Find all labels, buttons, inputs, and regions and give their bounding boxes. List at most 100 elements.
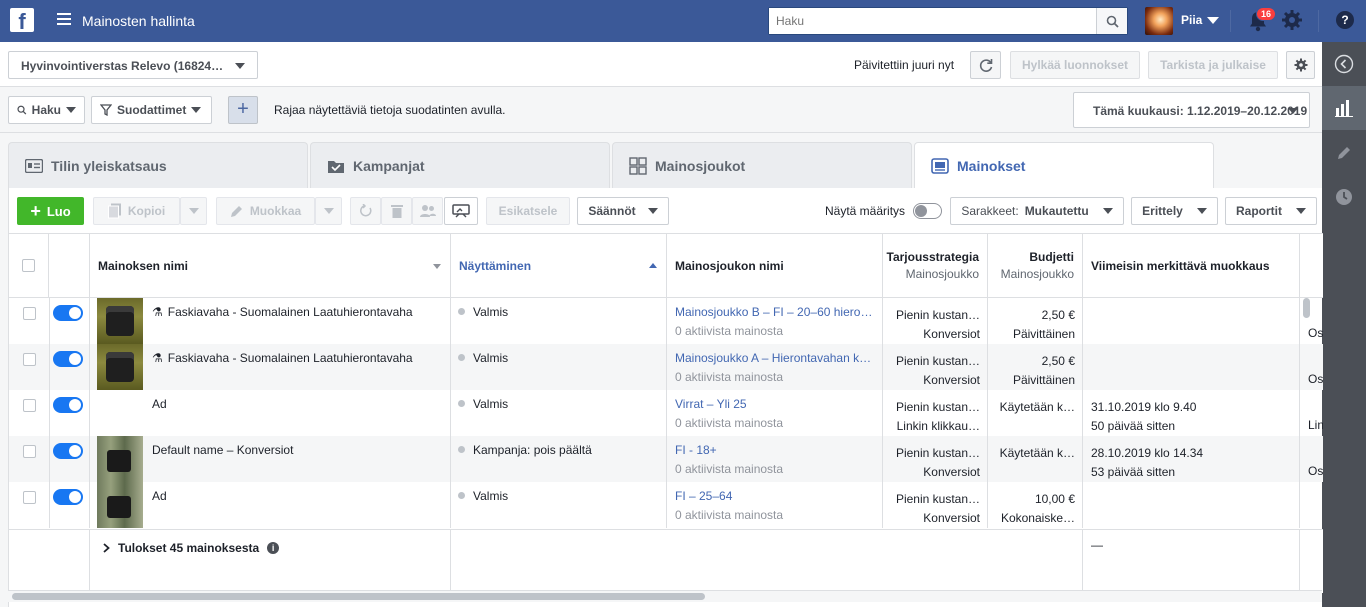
bid-strategy-cell: Pienin kustan… Konversiot <box>883 344 980 390</box>
adset-link[interactable]: Mainosjoukko B – FI – 20–60 hiero… <box>675 305 875 319</box>
info-icon[interactable]: i <box>267 542 280 554</box>
header-budget[interactable]: Budjetti Mainosjoukko <box>988 234 1083 298</box>
settings-button[interactable] <box>1281 9 1303 34</box>
ad-thumbnail[interactable] <box>97 436 143 482</box>
flask-icon: ⚗ <box>152 351 163 365</box>
tab-ads[interactable]: Mainokset <box>914 142 1214 189</box>
reports-dropdown[interactable]: Raportit <box>1225 197 1317 225</box>
user-name[interactable]: Piia <box>1181 13 1202 27</box>
account-card-icon <box>25 158 43 173</box>
table-row[interactable]: ⚗ Faskiavaha - Suomalainen Laatuhierontav… <box>9 344 1323 390</box>
delivery-cell: Kampanja: pois päältä <box>458 436 663 482</box>
clock-icon <box>1336 189 1352 205</box>
horizontal-scrollbar[interactable] <box>12 593 705 600</box>
ad-name-cell[interactable]: ⚗ Faskiavaha - Suomalainen Laatuhierontav… <box>152 344 442 390</box>
chevron-down-icon <box>323 208 334 214</box>
table-row[interactable]: ⚗ Faskiavaha - Suomalainen Laatuhierontav… <box>9 298 1323 344</box>
ad-thumbnail[interactable] <box>97 298 143 344</box>
history-rail-button[interactable] <box>1322 175 1366 219</box>
bid-strategy-sub: Konversiot <box>923 327 980 341</box>
edit-button[interactable]: Muokkaa <box>216 197 315 225</box>
ad-on-off-toggle[interactable] <box>53 489 83 505</box>
row-checkbox[interactable] <box>23 491 36 504</box>
header-bid-strategy[interactable]: Tarjousstrategia Mainosjoukko <box>883 234 988 298</box>
row-checkbox[interactable] <box>23 399 36 412</box>
header-adset-name[interactable]: Mainosjoukon nimi <box>667 234 883 298</box>
refresh-button[interactable] <box>970 51 1001 79</box>
copy-button[interactable]: Kopioi <box>93 197 180 225</box>
tab-account-overview[interactable]: Tilin yleiskatsaus <box>8 142 308 188</box>
ad-on-off-toggle[interactable] <box>53 305 83 321</box>
adset-cell: Virrat – Yli 25 0 aktiivista mainosta <box>675 390 875 436</box>
collapse-rail-button[interactable] <box>1322 42 1366 86</box>
header-last-edit[interactable]: Viimeisin merkittävä muokkaus <box>1083 234 1300 298</box>
extra-cell: Os <box>1308 298 1323 344</box>
sort-ascending-icon <box>649 263 657 268</box>
status-dot-icon <box>458 400 465 407</box>
divider <box>1082 482 1083 528</box>
adset-link[interactable]: Mainosjoukko A – Hierontavahan k… <box>675 351 875 365</box>
edit-dropdown[interactable] <box>315 197 342 225</box>
menu-icon[interactable] <box>57 13 71 27</box>
divider <box>1299 344 1300 390</box>
chevron-down-icon[interactable] <box>1207 17 1219 24</box>
search-input[interactable] <box>769 8 1097 34</box>
tab-adsets[interactable]: Mainosjoukot <box>612 142 912 188</box>
table-row[interactable]: Ad Valmis FI – 25–64 0 aktiivista mainosta P… <box>9 482 1323 528</box>
extra-cell: Lin <box>1308 390 1323 436</box>
divider <box>450 390 451 436</box>
select-all-checkbox[interactable] <box>22 259 35 272</box>
avatar[interactable] <box>1145 7 1173 35</box>
ad-name-cell[interactable]: ⚗ Faskiavaha - Suomalainen Laatuhierontav… <box>152 298 442 344</box>
rules-dropdown[interactable]: Säännöt <box>577 197 669 225</box>
ab-test-button[interactable] <box>444 197 478 225</box>
filters-dropdown[interactable]: Suodattimet <box>91 96 212 124</box>
tab-campaigns[interactable]: Kampanjat <box>310 142 610 188</box>
vertical-scrollbar[interactable] <box>1303 298 1310 318</box>
breakdown-dropdown[interactable]: Erittely <box>1131 197 1218 225</box>
ad-name-cell[interactable]: Ad <box>152 390 442 436</box>
divider <box>1299 530 1300 594</box>
columns-dropdown[interactable]: Sarakkeet: Mukautettu <box>950 197 1124 225</box>
row-checkbox[interactable] <box>23 445 36 458</box>
row-checkbox[interactable] <box>23 353 36 366</box>
ad-name-cell[interactable]: Ad <box>152 482 442 528</box>
help-icon[interactable]: ? <box>1336 11 1354 29</box>
search-dropdown[interactable]: Haku <box>8 96 85 124</box>
header-ad-name[interactable]: Mainoksen nimi <box>90 234 451 298</box>
table-row[interactable]: Default name – Konversiot Kampanja: pois … <box>9 436 1323 482</box>
charts-rail-button[interactable] <box>1322 86 1366 130</box>
ad-on-off-toggle[interactable] <box>53 443 83 459</box>
ad-thumbnail[interactable] <box>97 344 143 390</box>
search-button[interactable] <box>1096 8 1127 34</box>
delivery-cell: Valmis <box>458 482 663 528</box>
facebook-logo-icon[interactable]: f <box>10 8 34 34</box>
adset-link[interactable]: FI – 25–64 <box>675 489 875 503</box>
row-checkbox[interactable] <box>23 307 36 320</box>
last-edit-cell: 28.10.2019 klo 14.34 53 päivää sitten <box>1091 436 1291 482</box>
header-delivery[interactable]: Näyttäminen <box>451 234 667 298</box>
account-selector[interactable]: Hyvinvointiverstas Relevo (16824… <box>8 51 258 79</box>
copy-dropdown[interactable] <box>180 197 207 225</box>
create-button[interactable]: + Luo <box>17 197 84 225</box>
edit-rail-button[interactable] <box>1322 131 1366 175</box>
add-filter-button[interactable]: + <box>228 96 258 124</box>
ad-on-off-toggle[interactable] <box>53 351 83 367</box>
date-range-picker[interactable]: Tämä kuukausi: 1.12.2019–20.12.2019 <box>1073 92 1310 128</box>
adset-link[interactable]: FI - 18+ <box>675 443 875 457</box>
show-spec-toggle[interactable] <box>913 203 942 219</box>
audience-button[interactable] <box>412 197 443 225</box>
table-row[interactable]: Ad Valmis Virrat – Yli 25 0 aktiivista main… <box>9 390 1323 436</box>
ad-name-cell[interactable]: Default name – Konversiot <box>152 436 442 482</box>
ad-on-off-toggle[interactable] <box>53 397 83 413</box>
review-publish-button[interactable]: Tarkista ja julkaise <box>1148 51 1278 79</box>
delete-button[interactable] <box>381 197 412 225</box>
results-summary[interactable]: Tulokset 45 mainoksesta i <box>103 541 280 555</box>
adset-link[interactable]: Virrat – Yli 25 <box>675 397 875 411</box>
reset-button[interactable] <box>350 197 381 225</box>
page-settings-button[interactable] <box>1286 51 1315 79</box>
last-edit-ago: 53 päivää sitten <box>1091 465 1176 479</box>
preview-button[interactable]: Esikatsele <box>486 197 570 225</box>
ad-thumbnail[interactable] <box>97 482 143 528</box>
discard-drafts-button[interactable]: Hylkää luonnokset <box>1010 51 1140 79</box>
